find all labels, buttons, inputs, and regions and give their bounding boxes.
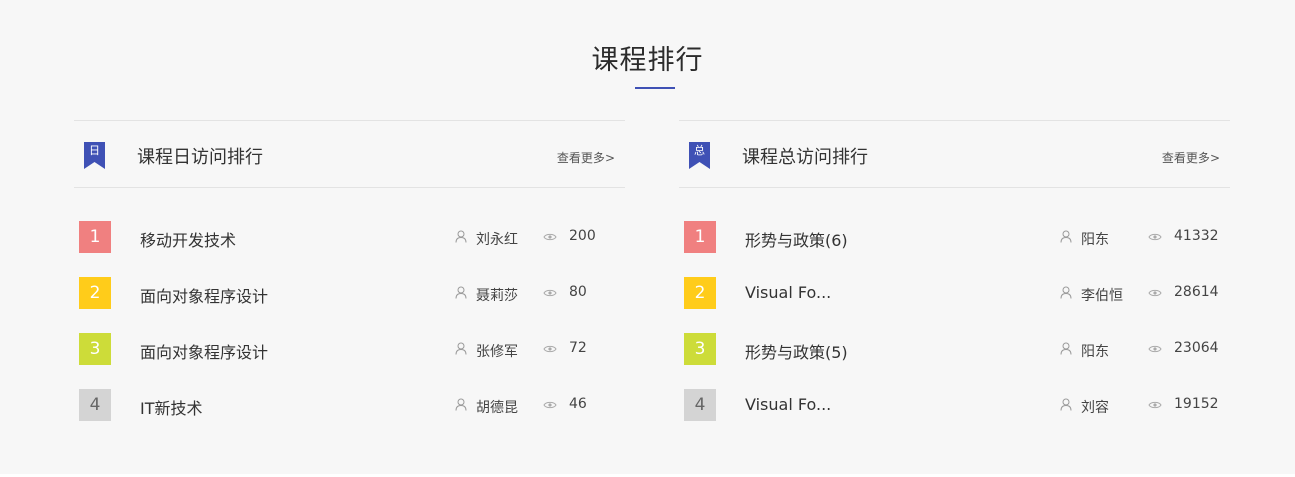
visit-count: 19152 <box>1174 396 1219 412</box>
ribbon-label: 日 <box>89 144 100 157</box>
eye-icon <box>543 401 557 409</box>
bookmark-ribbon-icon: 日 <box>84 142 105 169</box>
rank-badge: 2 <box>79 277 111 309</box>
visit-count: 23064 <box>1174 340 1219 356</box>
course-ranking-section: 课程排行 日 课程日访问排行 查看更多> 1 移动开发技术 刘永红 200 2 … <box>0 0 1295 474</box>
rank-badge: 2 <box>684 277 716 309</box>
user-icon <box>1060 398 1072 411</box>
view-more-link[interactable]: 查看更多> <box>1162 149 1220 166</box>
daily-ranking-panel: 日 课程日访问排行 查看更多> 1 移动开发技术 刘永红 200 2 面向对象程… <box>74 120 625 440</box>
view-more-label: 查看更多 <box>1161 151 1210 165</box>
eye-icon <box>1148 289 1162 297</box>
teacher-name: 阳东 <box>1081 232 1109 248</box>
list-item[interactable]: 4 Visual Fo... 刘容 19152 <box>679 389 1230 445</box>
view-more-link[interactable]: 查看更多> <box>557 149 615 166</box>
user-icon <box>455 398 467 411</box>
eye-icon <box>1148 401 1162 409</box>
eye-icon <box>1148 233 1162 241</box>
visit-count: 72 <box>569 340 587 356</box>
eye-icon <box>543 289 557 297</box>
user-icon <box>1060 342 1072 355</box>
list-item[interactable]: 1 形势与政策(6) 阳东 41332 <box>679 221 1230 277</box>
chevron-right-icon: > <box>1209 151 1220 165</box>
list-item[interactable]: 1 移动开发技术 刘永红 200 <box>74 221 625 277</box>
visit-count: 46 <box>569 396 587 412</box>
course-name[interactable]: 移动开发技术 <box>140 227 236 251</box>
user-icon <box>455 286 467 299</box>
user-icon <box>1060 230 1072 243</box>
list-item[interactable]: 3 形势与政策(5) 阳东 23064 <box>679 333 1230 389</box>
visit-count: 80 <box>569 284 587 300</box>
teacher-name: 李伯恒 <box>1081 288 1123 304</box>
course-name[interactable]: Visual Fo... <box>745 283 831 302</box>
title-underline <box>635 87 675 89</box>
panel-header: 总 课程总访问排行 查看更多> <box>679 120 1230 188</box>
rank-list: 1 移动开发技术 刘永红 200 2 面向对象程序设计 聂莉莎 80 3 面向对… <box>74 221 625 445</box>
eye-icon <box>543 233 557 241</box>
teacher-name: 胡德昆 <box>476 400 518 416</box>
list-item[interactable]: 2 面向对象程序设计 聂莉莎 80 <box>74 277 625 333</box>
rank-badge: 4 <box>684 389 716 421</box>
list-item[interactable]: 2 Visual Fo... 李伯恒 28614 <box>679 277 1230 333</box>
panel-title: 课程日访问排行 <box>137 147 263 168</box>
panel-title: 课程总访问排行 <box>742 147 868 168</box>
list-item[interactable]: 4 IT新技术 胡德昆 46 <box>74 389 625 445</box>
rank-badge: 3 <box>79 333 111 365</box>
panel-header: 日 课程日访问排行 查看更多> <box>74 120 625 188</box>
list-item[interactable]: 3 面向对象程序设计 张修军 72 <box>74 333 625 389</box>
bookmark-ribbon-icon: 总 <box>689 142 710 169</box>
user-icon <box>455 342 467 355</box>
course-name[interactable]: 面向对象程序设计 <box>140 339 268 363</box>
view-more-label: 查看更多 <box>556 151 605 165</box>
eye-icon <box>1148 345 1162 353</box>
rank-badge: 1 <box>79 221 111 253</box>
rank-badge: 4 <box>79 389 111 421</box>
rank-badge: 3 <box>684 333 716 365</box>
teacher-name: 刘容 <box>1081 400 1109 416</box>
user-icon <box>455 230 467 243</box>
visit-count: 41332 <box>1174 228 1219 244</box>
chevron-right-icon: > <box>604 151 615 165</box>
visit-count: 28614 <box>1174 284 1219 300</box>
user-icon <box>1060 286 1072 299</box>
visit-count: 200 <box>569 228 596 244</box>
rank-badge: 1 <box>684 221 716 253</box>
course-name[interactable]: 形势与政策(5) <box>745 339 848 363</box>
total-ranking-panel: 总 课程总访问排行 查看更多> 1 形势与政策(6) 阳东 41332 2 Vi… <box>679 120 1230 440</box>
teacher-name: 刘永红 <box>476 232 518 248</box>
teacher-name: 阳东 <box>1081 344 1109 360</box>
course-name[interactable]: IT新技术 <box>140 395 203 419</box>
section-title: 课程排行 <box>591 45 704 76</box>
eye-icon <box>543 345 557 353</box>
rank-list: 1 形势与政策(6) 阳东 41332 2 Visual Fo... 李伯恒 2… <box>679 221 1230 445</box>
course-name[interactable]: 形势与政策(6) <box>745 227 848 251</box>
course-name[interactable]: 面向对象程序设计 <box>140 283 268 307</box>
teacher-name: 张修军 <box>476 344 518 360</box>
ribbon-label: 总 <box>694 144 705 157</box>
course-name[interactable]: Visual Fo... <box>745 395 831 414</box>
teacher-name: 聂莉莎 <box>476 288 518 304</box>
